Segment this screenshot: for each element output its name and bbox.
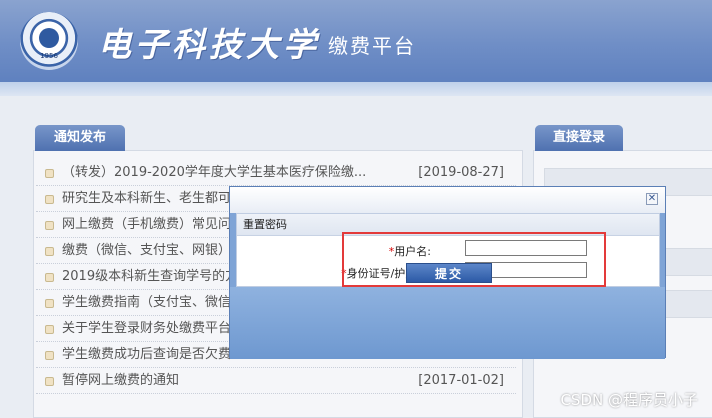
list-item[interactable]: （转发）2019-2020学年度大学生基本医疗保险缴... [2019-08-2… xyxy=(36,160,516,186)
tab-notices[interactable]: 通知发布 xyxy=(35,125,125,151)
university-name: 电子科技大学 xyxy=(98,25,320,64)
notice-title[interactable]: 研究生及本科新生、老生都可以 xyxy=(62,186,244,212)
bullet-icon xyxy=(45,299,54,308)
platform-name: 缴费平台 xyxy=(328,34,416,58)
notice-title[interactable]: 学生缴费成功后查询是否欠费的 xyxy=(62,342,244,368)
username-input[interactable] xyxy=(465,240,587,256)
username-label: *用户名: xyxy=(389,243,431,259)
notice-title[interactable]: 网上缴费（手机缴费）常见问题 xyxy=(62,212,244,238)
notice-date: [2019-08-27] xyxy=(418,165,504,180)
bullet-icon xyxy=(45,221,54,230)
notice-date: [2017-01-02] xyxy=(418,373,504,388)
list-item[interactable]: 暂停网上缴费的通知 [2017-01-02] xyxy=(36,368,516,394)
notice-title[interactable]: 关于学生登录财务处缴费平台密 xyxy=(62,316,244,342)
notice-title[interactable]: 缴费（微信、支付宝、网银）起 xyxy=(62,238,244,264)
notice-title[interactable]: 2019级本科新生查询学号的方 xyxy=(62,264,238,290)
site-header: 1956 电子科技大学 缴费平台 xyxy=(0,0,712,96)
notice-title[interactable]: 暂停网上缴费的通知 xyxy=(62,368,179,394)
dialog-titlebar: ✕ xyxy=(230,187,665,213)
submit-button[interactable]: 提交 xyxy=(406,263,492,283)
bullet-icon xyxy=(45,195,54,204)
dialog-footer xyxy=(230,287,665,359)
close-icon[interactable]: ✕ xyxy=(646,193,658,205)
university-logo-icon: 1956 xyxy=(20,12,78,70)
reset-password-dialog: ✕ 重置密码 *用户名: *身份证号/护照号: 提交 xyxy=(229,186,666,359)
bullet-icon xyxy=(45,247,54,256)
watermark: CSDN @程序员小子 xyxy=(560,391,698,409)
logo-year: 1956 xyxy=(40,52,58,60)
bullet-icon xyxy=(45,273,54,282)
username-row: *用户名: xyxy=(237,240,659,260)
bullet-icon xyxy=(45,351,54,360)
tab-direct-login[interactable]: 直接登录 xyxy=(535,125,623,151)
bullet-icon xyxy=(45,377,54,386)
notice-title[interactable]: （转发）2019-2020学年度大学生基本医疗保险缴... xyxy=(62,160,366,186)
notice-title[interactable]: 学生缴费指南（支付宝、微信、 xyxy=(62,290,244,316)
bullet-icon xyxy=(45,169,54,178)
dialog-title: 重置密码 xyxy=(237,214,659,236)
logo-emblem xyxy=(39,28,59,48)
username-label-text: 用户名: xyxy=(394,245,431,258)
bullet-icon xyxy=(45,325,54,334)
